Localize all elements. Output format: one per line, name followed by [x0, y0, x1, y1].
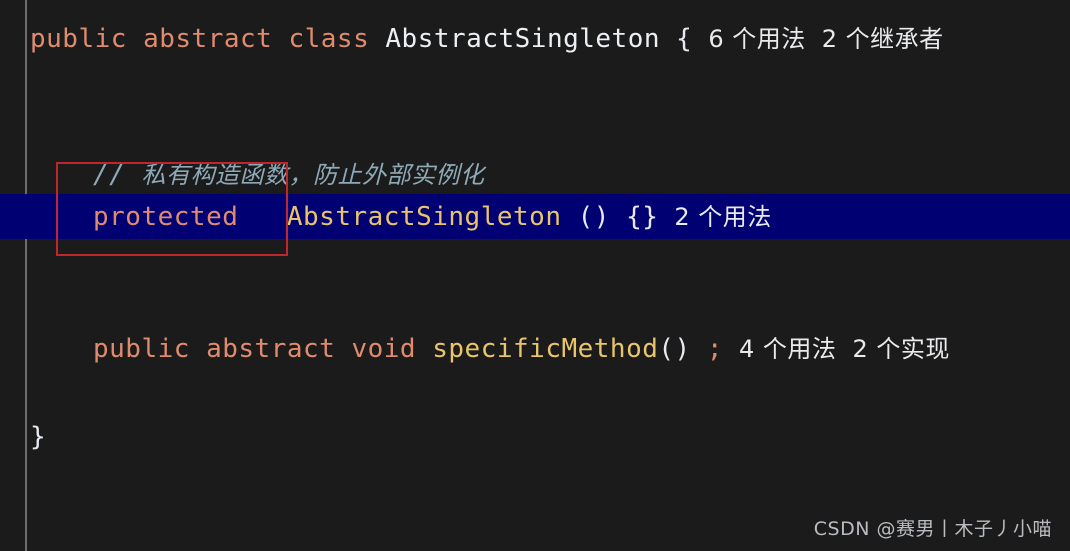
code-editor[interactable]: public abstract class AbstractSingleton …: [0, 0, 1070, 551]
keyword-public: public: [30, 24, 127, 54]
codelens-usages-class[interactable]: 6 个用法: [708, 25, 805, 53]
keyword-void: void: [351, 334, 417, 364]
class-name-abstractsingleton: AbstractSingleton: [385, 24, 661, 54]
codelens-usages-method[interactable]: 4 个用法: [739, 335, 836, 363]
constructor-parens: (): [577, 202, 610, 232]
method-name-specificmethod: specificMethod: [432, 334, 659, 364]
codelens-usages-constructor[interactable]: 2 个用法: [674, 203, 771, 231]
code-line-constructor[interactable]: protected AbstractSingleton () {} 2 个用法: [93, 200, 772, 234]
watermark-text: CSDN @赛男丨木子丿小喵: [813, 518, 1052, 540]
brace-open: {: [676, 24, 693, 54]
constructor-name-abstractsingleton: AbstractSingleton: [286, 202, 562, 232]
keyword-class: class: [288, 24, 370, 54]
code-surface[interactable]: public abstract class AbstractSingleton …: [0, 0, 1070, 551]
keyword-abstract: abstract: [143, 24, 273, 54]
codelens-inheritors-class[interactable]: 2 个继承者: [822, 25, 944, 53]
keyword-public: public: [93, 334, 190, 364]
brace-close: }: [30, 422, 47, 452]
code-line-closing-brace[interactable]: }: [30, 420, 46, 454]
code-line-abstract-method[interactable]: public abstract void specificMethod() ; 4…: [93, 332, 950, 366]
constructor-body-braces: {}: [626, 202, 659, 232]
codelens-implementations-method[interactable]: 2 个实现: [852, 335, 949, 363]
comment-slashes: //: [93, 160, 142, 190]
keyword-abstract: abstract: [206, 334, 336, 364]
keyword-protected: protected: [93, 202, 239, 232]
code-line-class-declaration[interactable]: public abstract class AbstractSingleton …: [30, 22, 944, 56]
semicolon: ;: [706, 334, 724, 364]
code-line-comment[interactable]: // 私有构造函数，防止外部实例化: [93, 158, 484, 192]
method-parens: (): [658, 334, 691, 364]
comment-text: 私有构造函数，防止外部实例化: [141, 161, 485, 189]
